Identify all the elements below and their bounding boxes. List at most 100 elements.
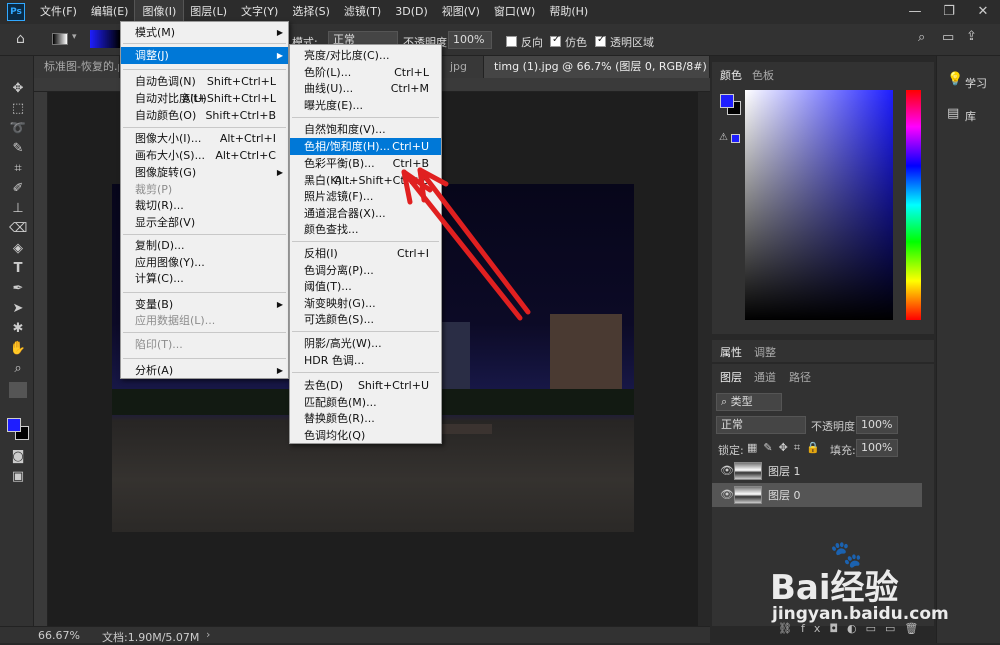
image-menu-item[interactable]: 应用图像(Y)...: [121, 254, 288, 271]
brush-tool-icon[interactable]: ✐: [9, 180, 27, 198]
hue-slider[interactable]: [906, 90, 921, 320]
type-tool-icon[interactable]: T: [9, 260, 27, 278]
adjust-menu-item[interactable]: 匹配颜色(M)...: [290, 394, 441, 411]
fill-field[interactable]: 100%: [856, 439, 898, 457]
image-menu-item[interactable]: 变量(B) ▶: [121, 296, 288, 313]
image-menu-item[interactable]: 图像旋转(G) ▶: [121, 164, 288, 181]
menu-3d[interactable]: 3D(D): [388, 0, 435, 24]
adjust-menu-item[interactable]: 色彩平衡(B)... Ctrl+B: [290, 155, 441, 172]
adjust-menu-item[interactable]: 黑白(K)... Alt+Shift+Ctrl+B: [290, 172, 441, 189]
tab-swatches[interactable]: 色板: [752, 67, 774, 83]
fg-color-chip[interactable]: [720, 94, 734, 108]
lasso-tool-icon[interactable]: ➰: [9, 120, 27, 138]
adjust-menu-item[interactable]: 通道混合器(X)...: [290, 205, 441, 222]
adjust-menu-item[interactable]: 阴影/高光(W)...: [290, 335, 441, 352]
image-menu-item[interactable]: 画布大小(S)... Alt+Ctrl+C: [121, 147, 288, 164]
move-tool-icon[interactable]: ✥: [9, 80, 27, 98]
gradient-swatch[interactable]: [90, 30, 120, 48]
reverse-checkbox[interactable]: [506, 34, 517, 47]
adjust-menu-item[interactable]: 照片滤镜(F)...: [290, 188, 441, 205]
image-menu-item[interactable]: 复制(D)...: [121, 237, 288, 254]
zoom-tool-icon[interactable]: ⌕: [9, 360, 27, 378]
layer-opacity-field[interactable]: 100%: [856, 416, 898, 434]
menu-file[interactable]: 文件(F): [33, 0, 84, 24]
crop-tool-icon[interactable]: ⌗: [9, 160, 27, 178]
marquee-tool-icon[interactable]: ⬚: [9, 100, 27, 118]
pen-tool-icon[interactable]: ✒: [9, 280, 27, 298]
chevron-right-icon[interactable]: ›: [206, 628, 210, 641]
eye-icon[interactable]: 👁: [720, 464, 734, 477]
workspace-icon[interactable]: ▭: [942, 30, 954, 45]
lock-icons[interactable]: ▦✎✥⌗🔒: [747, 441, 826, 455]
adjust-menu-item[interactable]: 亮度/对比度(C)...: [290, 47, 441, 64]
maximize-icon[interactable]: ❐: [932, 0, 966, 24]
menu-filter[interactable]: 滤镜(T): [337, 0, 388, 24]
adjust-menu-item[interactable]: 色调均化(Q): [290, 427, 441, 444]
library-icon[interactable]: ▤: [947, 106, 959, 121]
image-menu-item[interactable]: 自动对比度(U) Alt+Shift+Ctrl+L: [121, 90, 288, 107]
adjust-menu-item[interactable]: 去色(D) Shift+Ctrl+U: [290, 377, 441, 394]
adjust-menu-item[interactable]: 可选颜色(S)...: [290, 311, 441, 328]
image-menu-item[interactable]: 调整(J) ▶: [121, 47, 288, 64]
quick-mask-icon[interactable]: ◙: [9, 448, 27, 466]
screen-mode-icon[interactable]: ▣: [9, 468, 27, 486]
websafe-swatch[interactable]: [731, 134, 740, 143]
minimize-icon[interactable]: —: [898, 0, 932, 24]
search-icon[interactable]: ⌕: [918, 30, 925, 45]
stamp-tool-icon[interactable]: ⊥: [9, 200, 27, 218]
share-icon[interactable]: ⇪: [966, 29, 977, 44]
tab-color[interactable]: 颜色: [720, 67, 742, 83]
image-menu-item[interactable]: 分析(A) ▶: [121, 362, 288, 379]
adjust-menu-item[interactable]: 自然饱和度(V)...: [290, 121, 441, 138]
layer-row-0[interactable]: 👁 图层 0: [712, 483, 922, 507]
transparency-checkbox[interactable]: [595, 34, 606, 47]
opacity-field[interactable]: 100%: [448, 31, 492, 49]
tab-layers[interactable]: 图层: [720, 369, 742, 385]
tab-timg[interactable]: timg (1).jpg @ 66.7% (图层 0, RGB/8#) *: [484, 56, 710, 78]
quick-select-tool-icon[interactable]: ✎: [9, 140, 27, 158]
menu-select[interactable]: 选择(S): [285, 0, 337, 24]
image-menu-item[interactable]: 计算(C)...: [121, 270, 288, 287]
adjust-menu-item[interactable]: 渐变映射(G)...: [290, 295, 441, 312]
home-icon[interactable]: ⌂: [16, 31, 25, 47]
adjust-menu-item[interactable]: 替换颜色(R)...: [290, 410, 441, 427]
adjust-menu-item[interactable]: 曲线(U)... Ctrl+M: [290, 80, 441, 97]
adjust-menu-item[interactable]: 颜色查找...: [290, 221, 441, 238]
eraser-tool-icon[interactable]: ⌫: [9, 220, 27, 238]
adjust-menu-item[interactable]: 色调分离(P)...: [290, 262, 441, 279]
tab-adjustments[interactable]: 调整: [754, 344, 776, 360]
zoom-level[interactable]: 66.67%: [38, 629, 80, 642]
tab-jpg[interactable]: jpg: [440, 56, 484, 78]
image-menu-item[interactable]: 模式(M) ▶: [121, 24, 288, 41]
tab-paths[interactable]: 路径: [789, 369, 811, 385]
tab-properties[interactable]: 属性: [720, 344, 742, 360]
menu-view[interactable]: 视图(V): [435, 0, 487, 24]
menu-help[interactable]: 帮助(H): [542, 0, 595, 24]
image-menu-item[interactable]: 图像大小(I)... Alt+Ctrl+I: [121, 130, 288, 147]
blend-mode-select[interactable]: 正常: [716, 416, 806, 434]
shape-tool-icon[interactable]: ✱: [9, 320, 27, 338]
gradient-preset-icon[interactable]: [52, 33, 68, 45]
dither-checkbox[interactable]: [550, 34, 561, 47]
adjust-menu-item[interactable]: 阈值(T)...: [290, 278, 441, 295]
adjust-menu-item[interactable]: HDR 色调...: [290, 352, 441, 369]
lightbulb-icon[interactable]: 💡: [947, 72, 963, 87]
chevron-down-icon[interactable]: ▾: [72, 32, 77, 42]
hand-tool-icon[interactable]: ✋: [9, 340, 27, 358]
image-menu-item[interactable]: 裁切(R)...: [121, 197, 288, 214]
learn-label[interactable]: 学习: [965, 75, 987, 91]
layer-filter-select[interactable]: ⌕ 类型: [716, 393, 782, 411]
gradient-tool-icon[interactable]: [9, 382, 27, 398]
close-icon[interactable]: ✕: [966, 0, 1000, 24]
tab-channels[interactable]: 通道: [754, 369, 776, 385]
adjust-menu-item[interactable]: 反相(I) Ctrl+I: [290, 245, 441, 262]
image-menu-item[interactable]: 自动颜色(O) Shift+Ctrl+B: [121, 107, 288, 124]
image-menu-item[interactable]: 自动色调(N) Shift+Ctrl+L: [121, 73, 288, 90]
image-menu-item[interactable]: 显示全部(V): [121, 214, 288, 231]
adjust-menu-item[interactable]: 曝光度(E)...: [290, 97, 441, 114]
path-select-icon[interactable]: ➤: [9, 300, 27, 318]
tab-standard[interactable]: 标准图-恢复的.ps: [34, 56, 120, 78]
paint-bucket-icon[interactable]: ◈: [9, 240, 27, 258]
adjust-menu-item[interactable]: 色相/饱和度(H)... Ctrl+U: [290, 138, 441, 155]
library-label[interactable]: 库: [965, 108, 976, 124]
